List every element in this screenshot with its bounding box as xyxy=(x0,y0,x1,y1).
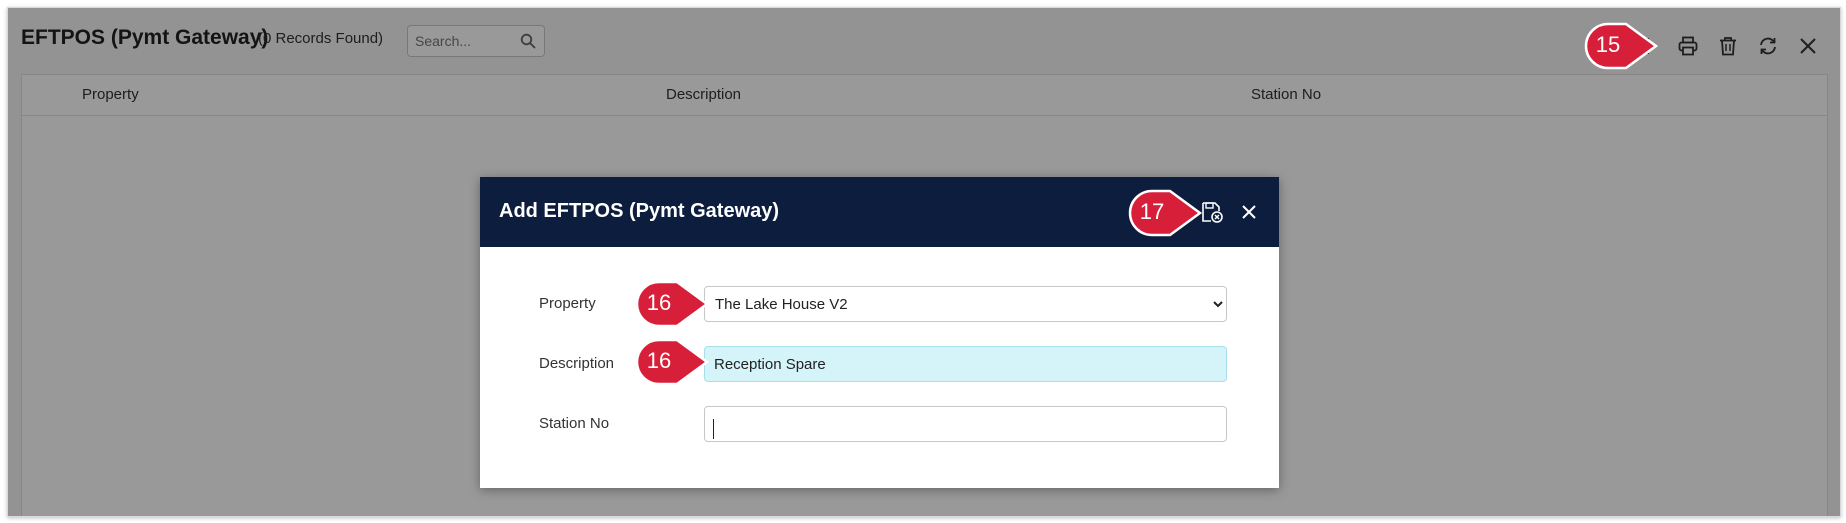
description-label: Description xyxy=(539,355,615,372)
text-cursor xyxy=(713,419,714,439)
description-input[interactable] xyxy=(704,346,1227,382)
property-select[interactable]: The Lake House V2 xyxy=(704,286,1227,322)
callout-marker: 16 xyxy=(633,338,711,386)
callout-number: 15 xyxy=(1595,32,1621,57)
callout-number: 17 xyxy=(1139,199,1165,224)
station-no-label: Station No xyxy=(539,415,610,432)
callout-marker: 17 xyxy=(1126,189,1204,237)
property-label: Property xyxy=(539,295,596,312)
app-window: EFTPOS (Pymt Gateway) (0 Records Found) xyxy=(7,7,1841,517)
callout-marker: 16 xyxy=(633,280,711,328)
dialog-title: Add EFTPOS (Pymt Gateway) xyxy=(499,200,780,222)
callout-number: 16 xyxy=(646,348,672,373)
station-no-input[interactable] xyxy=(704,406,1227,442)
callout-number: 16 xyxy=(646,290,672,315)
dialog-close-button[interactable] xyxy=(1235,198,1263,226)
callout-marker: 15 xyxy=(1582,22,1660,70)
close-icon xyxy=(1242,205,1256,219)
